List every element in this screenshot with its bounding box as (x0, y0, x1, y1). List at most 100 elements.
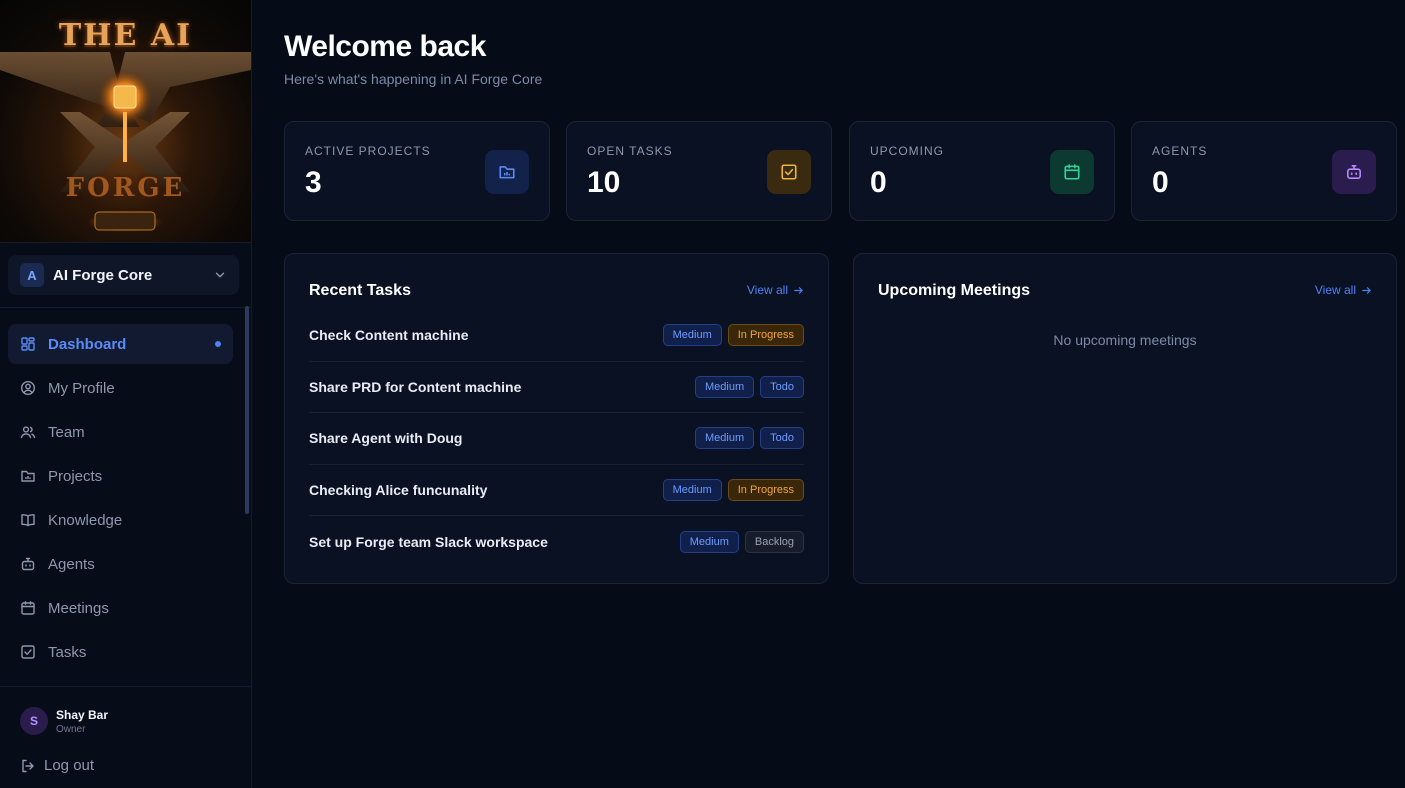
task-title: Check Content machine (309, 327, 469, 344)
priority-badge: Medium (662, 324, 722, 347)
user-info: Shay Bar Owner (56, 708, 108, 735)
recent-tasks-panel: Recent Tasks View all Check Content mach… (284, 253, 829, 584)
logout-icon (22, 759, 34, 772)
task-list: Check Content machine Medium In Progress… (309, 310, 804, 568)
sidebar-item-label: Projects (48, 467, 103, 485)
table-row[interactable]: Checking Alice funcunality Medium In Pro… (309, 465, 804, 516)
status-badge: Backlog (744, 530, 804, 553)
priority-badge: Medium (695, 427, 755, 450)
stat-card-upcoming[interactable]: UPCOMING 0 (849, 121, 1115, 221)
priority-badge: Medium (679, 530, 739, 553)
logo-subtitle: FORGE (65, 173, 186, 203)
bot-icon (21, 557, 35, 571)
user-section: S Shay Bar Owner Log out (0, 686, 251, 788)
checkbox-icon (781, 164, 797, 180)
view-all-meetings-link[interactable]: View all (1315, 283, 1372, 297)
empty-state-text: No upcoming meetings (1053, 332, 1197, 348)
sidebar-item-knowledge[interactable]: Knowledge (8, 500, 233, 540)
sidebar-item-label: Team (48, 423, 85, 441)
sidebar: THE AI FORGE A AI Forge Core Dashboard M… (0, 0, 252, 788)
sidebar-item-agents[interactable]: Agents (8, 544, 233, 584)
sidebar-item-label: Dashboard (48, 335, 127, 353)
stat-label: ACTIVE PROJECTS (305, 144, 431, 158)
calendar-icon (1064, 164, 1080, 180)
arrow-right-icon (794, 286, 803, 294)
stat-card-active-projects[interactable]: ACTIVE PROJECTS 3 (284, 121, 550, 221)
status-badge: In Progress (727, 324, 804, 347)
sidebar-item-tasks[interactable]: Tasks (8, 632, 233, 672)
sidebar-item-team[interactable]: Team (8, 412, 233, 452)
avatar: S (20, 707, 48, 735)
logout-label: Log out (44, 757, 95, 774)
workspace-avatar: A (20, 263, 44, 287)
folder-icon (21, 470, 35, 482)
arrow-right-icon (1362, 286, 1371, 294)
users-icon (20, 426, 36, 439)
user-role: Owner (56, 723, 86, 735)
task-title: Share Agent with Doug (309, 430, 463, 447)
stat-icon-box (485, 150, 529, 194)
panel-title: Upcoming Meetings (878, 282, 1031, 299)
user-name: Shay Bar (56, 707, 109, 722)
status-badge: Todo (760, 427, 804, 450)
task-title: Set up Forge team Slack workspace (309, 533, 548, 550)
stat-label: OPEN TASKS (587, 144, 673, 158)
logo-title: THE AI (58, 18, 193, 53)
page-subtitle: Here's what's happening in AI Forge Core (284, 71, 543, 87)
sidebar-nav: Dashboard My Profile Team Projects Knowl… (0, 308, 251, 686)
sidebar-scrollbar[interactable] (245, 306, 249, 514)
view-all-label: View all (746, 283, 788, 297)
sidebar-item-label: Agents (48, 555, 95, 573)
chevron-down-icon (215, 272, 225, 278)
stat-card-open-tasks[interactable]: OPEN TASKS 10 (566, 121, 832, 221)
task-title: Share PRD for Content machine (309, 378, 522, 395)
panel-title: Recent Tasks (309, 282, 411, 299)
sidebar-item-projects[interactable]: Projects (8, 456, 233, 496)
status-badge: In Progress (727, 478, 804, 501)
stat-value: 3 (305, 166, 322, 199)
active-indicator (215, 341, 221, 347)
main-content: Welcome back Here's what's happening in … (252, 0, 1405, 788)
sidebar-item-label: My Profile (48, 379, 115, 397)
sidebar-item-label: Knowledge (48, 511, 123, 529)
workspace-name: AI Forge Core (53, 266, 153, 284)
stat-label: AGENTS (1152, 144, 1208, 158)
upcoming-meetings-panel: Upcoming Meetings View all No upcoming m… (853, 253, 1397, 584)
stat-value: 10 (587, 166, 621, 199)
table-row[interactable]: Set up Forge team Slack workspace Medium… (309, 516, 804, 568)
sidebar-item-dashboard[interactable]: Dashboard (8, 324, 233, 364)
checkbox-icon (21, 645, 35, 659)
sidebar-item-my-profile[interactable]: My Profile (8, 368, 233, 408)
priority-badge: Medium (695, 375, 755, 398)
sidebar-item-label: Tasks (48, 643, 87, 661)
folder-icon (499, 166, 515, 179)
table-row[interactable]: Share PRD for Content machine Medium Tod… (309, 362, 804, 413)
user-profile[interactable]: S Shay Bar Owner (20, 707, 251, 735)
page-title: Welcome back (284, 30, 486, 63)
stat-label: UPCOMING (870, 144, 944, 158)
priority-badge: Medium (662, 478, 722, 501)
user-circle-icon (20, 380, 36, 396)
table-row[interactable]: Share Agent with Doug Medium Todo (309, 413, 804, 465)
sidebar-item-meetings[interactable]: Meetings (8, 588, 233, 628)
stat-value: 0 (1152, 166, 1169, 199)
workspace-switcher[interactable]: A AI Forge Core (8, 255, 239, 295)
stat-card-agents[interactable]: AGENTS 0 (1131, 121, 1397, 221)
book-icon (21, 514, 35, 527)
stat-icon-box (767, 150, 811, 194)
stat-icon-box (1050, 150, 1094, 194)
view-all-label: View all (1314, 283, 1356, 297)
status-badge: Todo (760, 375, 804, 398)
logout-button[interactable]: Log out (20, 757, 251, 774)
forge-logo[interactable]: THE AI FORGE (0, 0, 251, 243)
task-title: Checking Alice funcunality (309, 481, 488, 498)
calendar-icon (21, 601, 35, 615)
stat-icon-box (1332, 150, 1376, 194)
view-all-tasks-link[interactable]: View all (747, 283, 804, 297)
app: THE AI FORGE A AI Forge Core Dashboard M… (0, 0, 1405, 788)
dashboard-icon (21, 337, 35, 351)
anvil-logo-art (0, 52, 251, 232)
sidebar-item-label: Meetings (48, 599, 109, 617)
table-row[interactable]: Check Content machine Medium In Progress (309, 310, 804, 362)
stat-value: 0 (870, 166, 887, 199)
